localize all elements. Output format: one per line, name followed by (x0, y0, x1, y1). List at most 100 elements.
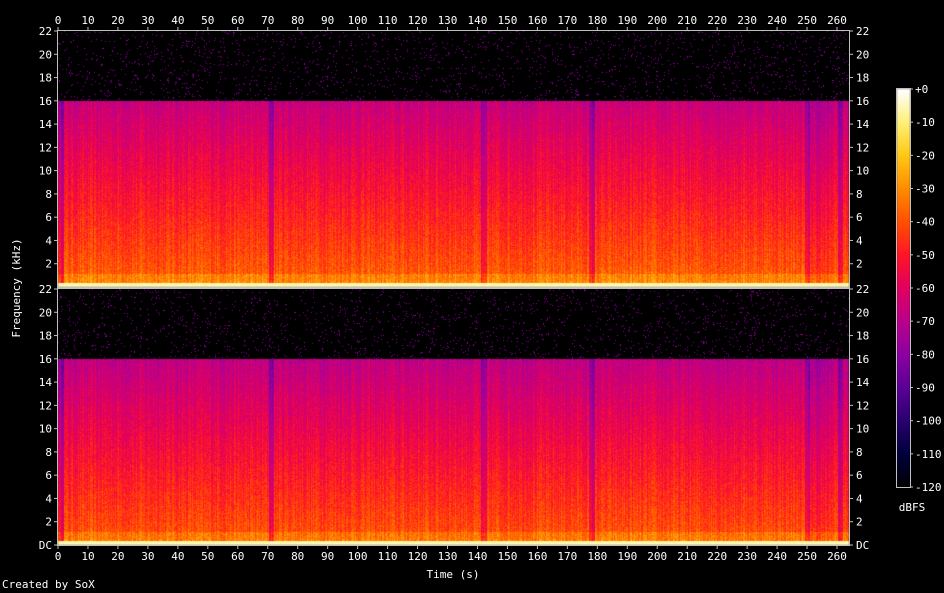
x-axis-label: Time (s) (427, 568, 480, 581)
x-tick-label-top: 180 (587, 14, 607, 27)
y-tick-label-right: 18 (856, 330, 869, 343)
y-tick-label-left: 10 (39, 165, 52, 178)
colorbar-tick-label: -110 (915, 448, 942, 461)
x-tick-label-top: 90 (321, 14, 334, 27)
x-tick-label-top: 50 (201, 14, 214, 27)
x-tick-label-bottom: 90 (321, 550, 334, 563)
x-tick-label-bottom: 190 (617, 550, 637, 563)
y-tick-label-right: 2 (856, 258, 863, 271)
x-tick-label-bottom: 200 (647, 550, 667, 563)
y-tick-label-left: 20 (39, 48, 52, 61)
x-tick-label-top: 120 (408, 14, 428, 27)
x-tick-label-bottom: 120 (408, 550, 428, 563)
x-tick-label-top: 80 (291, 14, 304, 27)
colorbar-tick-label: -120 (915, 481, 942, 494)
y-tick-label-left: 4 (45, 492, 52, 505)
colorbar-tick-label: -60 (915, 282, 935, 295)
colorbar-tick-label: -10 (915, 116, 935, 129)
x-tick-label-bottom: 80 (291, 550, 304, 563)
x-tick-label-bottom: 140 (468, 550, 488, 563)
x-tick-label-top: 20 (111, 14, 124, 27)
y-tick-label-left: 18 (39, 330, 52, 343)
x-tick-label-bottom: 30 (141, 550, 154, 563)
x-tick-label-top: 10 (81, 14, 94, 27)
y-tick-label-left: 12 (39, 141, 52, 154)
footer-credit: Created by SoX (2, 578, 95, 591)
y-tick-label-right: 12 (856, 399, 869, 412)
x-tick-label-bottom: 210 (677, 550, 697, 563)
x-tick-label-bottom: 230 (737, 550, 757, 563)
y-tick-label-left: DC (39, 539, 52, 552)
y-tick-label-right: 2 (856, 516, 863, 529)
y-tick-label-left: 18 (39, 72, 52, 85)
y-tick-label-left: 22 (39, 25, 52, 38)
x-tick-label-bottom: 220 (707, 550, 727, 563)
y-axis-label: Frequency (kHz) (10, 238, 23, 337)
colorbar-tick-label: +0 (915, 83, 928, 96)
x-tick-label-top: 190 (617, 14, 637, 27)
colorbar-tick-label: -70 (915, 315, 935, 328)
y-tick-label-left: 20 (39, 306, 52, 319)
y-tick-label-right: 10 (856, 423, 869, 436)
y-tick-label-left: 10 (39, 423, 52, 436)
y-tick-label-right: 22 (856, 25, 869, 38)
colorbar-tick-label: -100 (915, 415, 942, 428)
x-tick-label-top: 160 (527, 14, 547, 27)
y-tick-label-left: 16 (39, 353, 52, 366)
colorbar-label: dBFS (899, 501, 926, 514)
y-tick-label-right: 16 (856, 95, 869, 108)
colorbar-tick-label: -40 (915, 216, 935, 229)
x-tick-label-bottom: 240 (767, 550, 787, 563)
y-tick-label-left: 2 (45, 516, 52, 529)
y-tick-label-right: 22 (856, 283, 869, 296)
x-tick-label-bottom: 50 (201, 550, 214, 563)
y-tick-label-left: 8 (45, 446, 52, 459)
x-tick-label-top: 220 (707, 14, 727, 27)
x-tick-label-top: 230 (737, 14, 757, 27)
y-tick-label-right: 18 (856, 72, 869, 85)
x-tick-label-bottom: 70 (261, 550, 274, 563)
chart-overlay: 2 24 46 68 810 1012 1214 1416 1618 1820 2022 22DC DC… (10, 14, 942, 581)
y-tick-label-right: 6 (856, 211, 863, 224)
x-tick-label-bottom: 10 (81, 550, 94, 563)
y-tick-label-left: 14 (39, 376, 53, 389)
x-tick-label-bottom: 260 (827, 550, 847, 563)
y-tick-label-right: 20 (856, 306, 869, 319)
y-tick-label-left: 6 (45, 469, 52, 482)
colorbar-tick-label: -90 (915, 382, 935, 395)
y-tick-label-right: 8 (856, 446, 863, 459)
y-tick-label-left: 14 (39, 118, 53, 131)
x-tick-label-top: 170 (557, 14, 577, 27)
x-tick-label-bottom: 160 (527, 550, 547, 563)
y-tick-label-right: DC (856, 539, 869, 552)
x-tick-label-bottom: 0 (55, 550, 62, 563)
x-tick-label-top: 0 (55, 14, 62, 27)
x-tick-label-bottom: 150 (497, 550, 517, 563)
y-tick-label-left: 22 (39, 283, 52, 296)
y-tick-label-right: 6 (856, 469, 863, 482)
x-tick-label-top: 200 (647, 14, 667, 27)
x-tick-label-bottom: 40 (171, 550, 184, 563)
x-tick-label-top: 30 (141, 14, 154, 27)
x-tick-label-top: 250 (797, 14, 817, 27)
x-tick-label-bottom: 180 (587, 550, 607, 563)
plot-frame-1 (57, 288, 850, 546)
x-tick-label-top: 260 (827, 14, 847, 27)
x-tick-label-top: 130 (438, 14, 458, 27)
y-tick-label-right: 14 (856, 376, 870, 389)
y-tick-label-right: 4 (856, 234, 863, 247)
x-tick-label-top: 60 (231, 14, 244, 27)
x-tick-label-top: 150 (497, 14, 517, 27)
x-tick-label-bottom: 110 (378, 550, 398, 563)
y-tick-label-left: 16 (39, 95, 52, 108)
y-tick-label-right: 14 (856, 118, 870, 131)
x-tick-label-bottom: 170 (557, 550, 577, 563)
plot-frame-0 (57, 30, 850, 288)
y-tick-label-right: 20 (856, 48, 869, 61)
x-tick-label-bottom: 130 (438, 550, 458, 563)
y-tick-label-right: 12 (856, 141, 869, 154)
y-tick-label-left: 6 (45, 211, 52, 224)
x-tick-label-bottom: 250 (797, 550, 817, 563)
y-tick-label-left: 2 (45, 258, 52, 271)
x-tick-label-bottom: 20 (111, 550, 124, 563)
